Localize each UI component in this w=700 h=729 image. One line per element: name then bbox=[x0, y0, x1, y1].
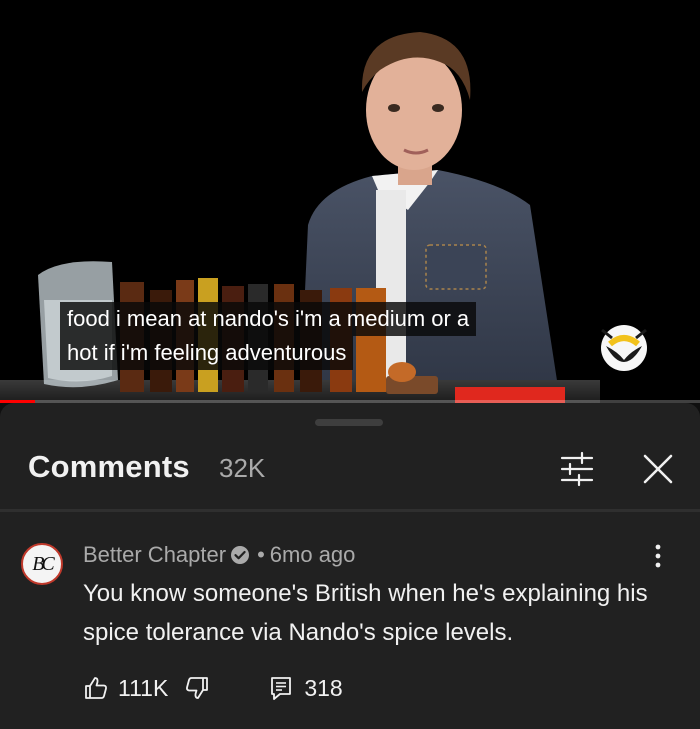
comment-more-button[interactable] bbox=[645, 540, 671, 572]
comments-header: Comments 32K bbox=[0, 441, 700, 501]
avatar[interactable]: BC bbox=[21, 543, 63, 585]
comments-panel: Comments 32K BC Better Chapter • 6mo ago… bbox=[0, 403, 700, 729]
reply-icon bbox=[271, 677, 292, 700]
comments-count: 32K bbox=[219, 453, 266, 483]
thumbs-up-icon bbox=[85, 677, 107, 699]
video-captions: food i mean at nando's i'm a medium or a… bbox=[60, 302, 477, 370]
avatar-initials: BC bbox=[32, 552, 54, 575]
like-count: 111K bbox=[118, 674, 169, 701]
comment-actions: 111K 318 bbox=[83, 671, 343, 705]
meta-separator: • bbox=[257, 542, 265, 567]
comments-title: Comments bbox=[28, 449, 190, 484]
sort-filter-button[interactable] bbox=[552, 449, 602, 489]
comment-age: 6mo ago bbox=[269, 542, 356, 567]
caption-line-1: food i mean at nando's i'm a medium or a bbox=[60, 302, 477, 336]
comment-item: BC Better Chapter • 6mo ago You know som… bbox=[0, 512, 700, 729]
sliders-icon bbox=[560, 451, 594, 487]
video-player[interactable]: food i mean at nando's i'm a medium or a… bbox=[0, 0, 700, 403]
verified-badge-icon bbox=[231, 546, 250, 564]
caption-line-2: hot if i'm feeling adventurous bbox=[60, 336, 354, 370]
comment-meta: Better Chapter • 6mo ago bbox=[83, 542, 355, 568]
comment-author[interactable]: Better Chapter bbox=[83, 542, 226, 568]
dislike-button[interactable] bbox=[184, 675, 210, 701]
hot-ones-logo bbox=[601, 325, 647, 371]
reply-button[interactable]: 318 bbox=[268, 674, 343, 702]
more-vert-icon bbox=[655, 544, 661, 568]
reply-count: 318 bbox=[304, 674, 343, 701]
comment-text: You know someone's British when he's exp… bbox=[83, 580, 648, 646]
close-icon bbox=[643, 454, 673, 484]
thumbs-down-icon bbox=[186, 677, 209, 699]
like-button[interactable]: 111K bbox=[83, 675, 168, 702]
drag-handle[interactable] bbox=[315, 419, 383, 426]
close-button[interactable] bbox=[636, 447, 680, 491]
